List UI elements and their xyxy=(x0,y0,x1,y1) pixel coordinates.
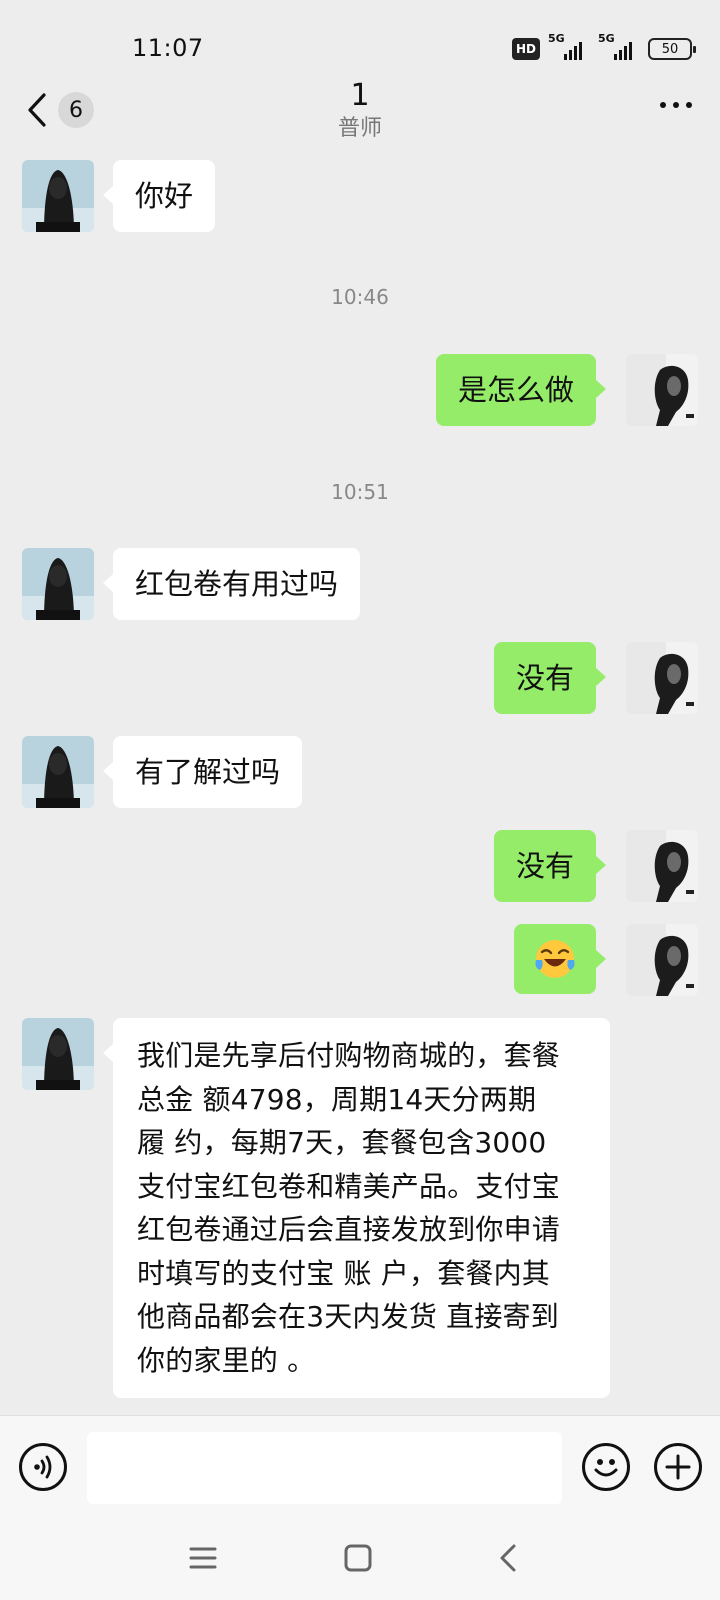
more-dots-icon xyxy=(660,102,666,108)
chat-title: 1 普师 xyxy=(0,78,720,144)
avatar-image xyxy=(626,830,698,902)
contact-avatar[interactable] xyxy=(22,548,94,620)
message-line: 我们是先享后付购物商城的，套餐 xyxy=(137,1039,561,1072)
message-row: 我们是先享后付购物商城的，套餐 总金 额4798，周期14天分两期 履 约，每期… xyxy=(0,1018,720,1415)
laughing-crying-emoji-icon xyxy=(535,940,575,978)
my-avatar[interactable] xyxy=(626,642,698,714)
message-line: 红包卷通过后会直接发放到你申请 xyxy=(137,1213,561,1246)
home-icon[interactable] xyxy=(343,1543,373,1573)
message-timestamp: 10:51 xyxy=(331,480,389,504)
message-line: 总金 额4798，周期14天分两期 xyxy=(137,1082,537,1116)
message-row: 你好 xyxy=(0,160,720,232)
message-row: 有了解过吗 xyxy=(0,736,720,808)
contact-avatar[interactable] xyxy=(22,1018,94,1090)
chat-title-sub: 普师 xyxy=(337,116,382,141)
message-list[interactable]: 你好 10:46 是怎么做 10:51 红包卷有用过吗 没有 有了解过吗 没有 … xyxy=(0,158,720,1415)
back-icon[interactable] xyxy=(495,1543,525,1573)
battery-icon: 50 xyxy=(648,38,696,60)
incoming-message-bubble[interactable]: 红包卷有用过吗 xyxy=(102,548,361,620)
message-line: 时填写的支付宝 账 户，套餐内其 xyxy=(137,1256,551,1290)
message-timestamp: 10:46 xyxy=(331,285,389,309)
outgoing-emoji-bubble[interactable] xyxy=(514,924,606,994)
avatar-image xyxy=(22,160,94,232)
status-time: 11:07 xyxy=(132,34,204,62)
emoji-icon xyxy=(594,1459,618,1477)
incoming-message-bubble[interactable]: 我们是先享后付购物商城的，套餐 总金 额4798，周期14天分两期 履 约，每期… xyxy=(103,1018,610,1398)
message-row: 没有 xyxy=(0,830,720,902)
message-row: 是怎么做 xyxy=(0,354,720,426)
message-line: 支付宝红包卷和精美产品。支付宝 xyxy=(137,1169,561,1203)
signal-icon: 5G xyxy=(598,32,640,60)
outgoing-message-bubble[interactable]: 没有 xyxy=(493,642,607,714)
message-line: 履 约，每期7天，套餐包含3000 xyxy=(137,1126,547,1159)
more-options-button[interactable] xyxy=(660,102,692,108)
avatar-image xyxy=(22,1018,94,1090)
avatar-image xyxy=(22,548,94,620)
more-functions-button[interactable] xyxy=(654,1443,702,1491)
incoming-message-bubble[interactable]: 有了解过吗 xyxy=(102,736,303,808)
outgoing-message-bubble[interactable]: 是怎么做 xyxy=(435,354,607,426)
avatar-image xyxy=(626,924,698,996)
outgoing-message-bubble[interactable]: 没有 xyxy=(493,830,607,902)
status-icons: HD 5G 5G 50 xyxy=(511,32,696,62)
menu-icon[interactable] xyxy=(188,1543,218,1573)
signal-icon: 5G xyxy=(548,32,590,60)
emoji-button[interactable] xyxy=(582,1443,630,1491)
avatar-image xyxy=(22,736,94,808)
incoming-message-bubble[interactable]: 你好 xyxy=(102,160,216,232)
plus-icon xyxy=(665,1454,691,1480)
my-avatar[interactable] xyxy=(626,830,698,902)
voice-button[interactable] xyxy=(19,1443,67,1491)
message-row: 红包卷有用过吗 xyxy=(0,548,720,620)
chat-title-main: 1 xyxy=(350,78,370,113)
my-avatar[interactable] xyxy=(626,924,698,996)
voice-icon xyxy=(34,1455,52,1479)
chat-header: 6 1 普师 xyxy=(0,72,720,158)
avatar-image xyxy=(626,354,698,426)
message-row: 没有 xyxy=(0,642,720,714)
system-nav-bar xyxy=(0,1517,720,1600)
message-input[interactable] xyxy=(87,1432,562,1504)
contact-avatar[interactable] xyxy=(22,160,94,232)
hd-icon: HD xyxy=(511,38,540,60)
avatar-image xyxy=(626,642,698,714)
input-bar xyxy=(0,1415,720,1517)
message-row xyxy=(0,924,720,996)
message-line: 你的家里的 。 xyxy=(137,1343,316,1377)
contact-avatar[interactable] xyxy=(22,736,94,808)
message-line: 他商品都会在3天内发货 直接寄到 xyxy=(137,1300,559,1333)
my-avatar[interactable] xyxy=(626,354,698,426)
